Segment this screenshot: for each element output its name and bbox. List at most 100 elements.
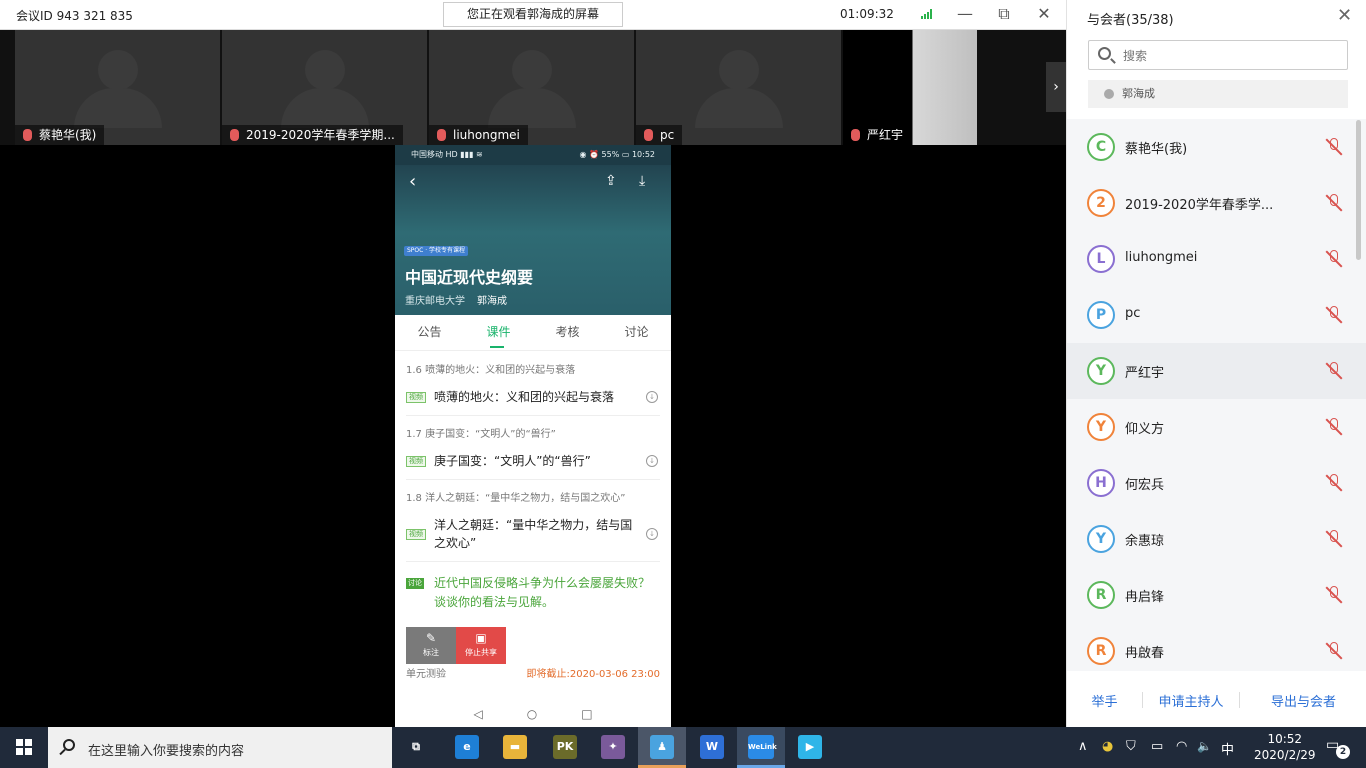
mic-muted-icon[interactable]	[1325, 642, 1343, 660]
request-host-button[interactable]: 申请主持人	[1143, 691, 1239, 710]
participant-row[interactable]: H 何宏兵	[1067, 455, 1366, 511]
contacts-app-icon[interactable]: ♟	[650, 735, 674, 759]
participant-row[interactable]: Y 严红宇	[1067, 343, 1366, 399]
nav-home-icon[interactable]: ○	[527, 701, 537, 727]
stop-share-button[interactable]: ▣ 停止共享	[456, 627, 506, 664]
participant-name: liuhongmei	[1125, 250, 1198, 265]
notification-icon[interactable]: ▭ 2	[1326, 737, 1350, 759]
download-item-icon[interactable]: ↓	[646, 455, 658, 467]
section-header: 1.7 庚子国变：“文明人”的“兽行”	[406, 429, 556, 440]
phone-nav-bar: ◁ ○ □	[395, 701, 671, 727]
share-icon[interactable]: ⇪	[605, 173, 617, 189]
participant-name: 严红宇	[1125, 366, 1165, 381]
screen: 会议ID 943 321 835 您正在观看郭海成的屏幕 01:09:32 — …	[0, 0, 1366, 768]
panel-close-icon[interactable]: ✕	[1337, 5, 1352, 26]
video-app-icon[interactable]: ▶	[798, 735, 822, 759]
edge-icon[interactable]: e	[455, 735, 479, 759]
participant-search[interactable]	[1088, 40, 1348, 70]
video-tile[interactable]: liuhongmei	[429, 30, 634, 145]
discussion-item[interactable]: 讨论 近代中国反侵略斗争为什么会屡屡失败？谈谈你的看法与见解。	[406, 574, 660, 612]
game-app-2-icon[interactable]: ✦	[601, 735, 625, 759]
close-button[interactable]: ✕	[1034, 4, 1054, 24]
participant-row[interactable]: Y 余惠琼	[1067, 511, 1366, 567]
mic-muted-icon[interactable]	[1325, 306, 1343, 324]
avatar-placeholder	[511, 50, 552, 90]
participant-row[interactable]: R 冉启锋	[1067, 567, 1366, 623]
tray-up-arrow-icon[interactable]: ∧	[1078, 739, 1088, 754]
chevron-right-icon[interactable]: ›	[1046, 62, 1066, 112]
tab-assessment[interactable]: 考核	[533, 315, 602, 350]
minimize-button[interactable]: —	[955, 4, 975, 24]
raise-hand-button[interactable]: 举手	[1067, 691, 1142, 710]
participant-row[interactable]: P pc	[1067, 287, 1366, 343]
nav-back-icon[interactable]: ◁	[473, 701, 482, 727]
participant-row[interactable]: 2 2019-2020学年春季学...	[1067, 175, 1366, 231]
game-app-icon[interactable]: PK	[553, 735, 577, 759]
mic-muted-icon[interactable]	[1325, 474, 1343, 492]
panel-scrollbar[interactable]	[1356, 120, 1361, 260]
avatar: R	[1087, 637, 1115, 665]
video-tile-live[interactable]: 严红宇	[843, 30, 977, 145]
annotate-button[interactable]: ✎ 标注	[406, 627, 456, 664]
restore-button[interactable]: ⧉	[994, 4, 1014, 24]
course-header: ‹ ⇪ ⤓ SPOC · 学校专有课程 中国近现代史纲要 重庆邮电大学 郭海成	[395, 165, 671, 315]
nav-recents-icon[interactable]: □	[581, 701, 592, 727]
avatar: H	[1087, 469, 1115, 497]
course-teacher: 郭海成	[477, 296, 507, 307]
mic-muted-icon[interactable]	[1325, 138, 1343, 156]
avatar-placeholder	[718, 50, 759, 90]
participant-name: 何宏兵	[1125, 478, 1165, 493]
taskbar-search[interactable]: 在这里输入你要搜索的内容	[48, 727, 392, 768]
video-tile[interactable]: 蔡艳华(我)	[15, 30, 220, 145]
participant-row[interactable]: L liuhongmei	[1067, 231, 1366, 287]
participant-name: 2019-2020学年春季学期...	[246, 128, 395, 142]
taskbar-clock[interactable]: 10:52 2020/2/29	[1254, 731, 1316, 763]
download-item-icon[interactable]: ↓	[646, 528, 658, 540]
download-icon[interactable]: ⤓	[639, 173, 645, 189]
list-item[interactable]: 视频 喷薄的地火：义和团的兴起与衰落 ↓	[406, 388, 660, 416]
download-item-icon[interactable]: ↓	[646, 391, 658, 403]
lesson-title: 洋人之朝廷：“量中华之物力，结与国之欢心”	[434, 518, 633, 550]
host-row[interactable]: 郭海成	[1088, 80, 1348, 108]
participant-name: pc	[1125, 306, 1141, 321]
welink-icon[interactable]: WeLink	[748, 735, 777, 759]
unit-test-row[interactable]: 单元测验 即将截止:2020-03-06 23:00	[406, 665, 660, 680]
windows-start-icon[interactable]	[16, 739, 32, 755]
participant-row[interactable]: Y 仰义方	[1067, 399, 1366, 455]
defender-icon[interactable]: ⛉	[1126, 739, 1136, 754]
mic-muted-icon[interactable]	[1325, 418, 1343, 436]
ime-icon[interactable]: 中	[1221, 739, 1234, 758]
tab-discussion[interactable]: 讨论	[602, 315, 671, 350]
video-tag: 视频	[406, 456, 426, 467]
video-tile[interactable]: 2019-2020学年春季学期...	[222, 30, 427, 145]
lesson-title: 庚子国变：“文明人”的“兽行”	[434, 454, 591, 468]
file-explorer-icon[interactable]: ▬	[503, 735, 527, 759]
volume-icon[interactable]: 🔈	[1197, 739, 1212, 753]
wifi-icon[interactable]: ◠	[1176, 739, 1187, 754]
avatar: L	[1087, 245, 1115, 273]
battery-icon[interactable]: ▭	[1151, 739, 1163, 754]
participant-row[interactable]: R 冉啟春	[1067, 623, 1366, 671]
tab-courseware[interactable]: 课件	[464, 315, 533, 350]
export-participants-button[interactable]: 导出与会者	[1240, 691, 1366, 710]
participant-row[interactable]: C 蔡艳华(我)	[1067, 119, 1366, 175]
list-item[interactable]: 视频 洋人之朝廷：“量中华之物力，结与国之欢心” ↓	[406, 516, 660, 562]
panel-title: 与会者(35/38)	[1087, 13, 1174, 28]
list-item[interactable]: 视频 庚子国变：“文明人”的“兽行” ↓	[406, 452, 660, 480]
meeting-timer: 01:09:32	[840, 7, 894, 21]
tab-announcements[interactable]: 公告	[395, 315, 464, 350]
mic-muted-icon[interactable]	[1325, 586, 1343, 604]
courseware-list: 1.6 喷薄的地火：义和团的兴起与衰落 视频 喷薄的地火：义和团的兴起与衰落 ↓…	[395, 364, 671, 612]
annotate-label: 标注	[423, 648, 439, 657]
tray-mascot-icon[interactable]: ◕	[1102, 739, 1113, 754]
participant-name: 冉启锋	[1125, 590, 1165, 605]
mic-muted-icon[interactable]	[1325, 530, 1343, 548]
wps-icon[interactable]: W	[700, 735, 724, 759]
task-view-icon[interactable]: ⧉	[404, 735, 428, 759]
video-tile[interactable]: pc	[636, 30, 841, 145]
mic-muted-icon[interactable]	[1325, 362, 1343, 380]
mic-muted-icon[interactable]	[1325, 250, 1343, 268]
mic-muted-icon[interactable]	[1325, 194, 1343, 212]
search-input[interactable]	[1123, 47, 1333, 65]
back-arrow-icon[interactable]: ‹	[409, 171, 416, 192]
